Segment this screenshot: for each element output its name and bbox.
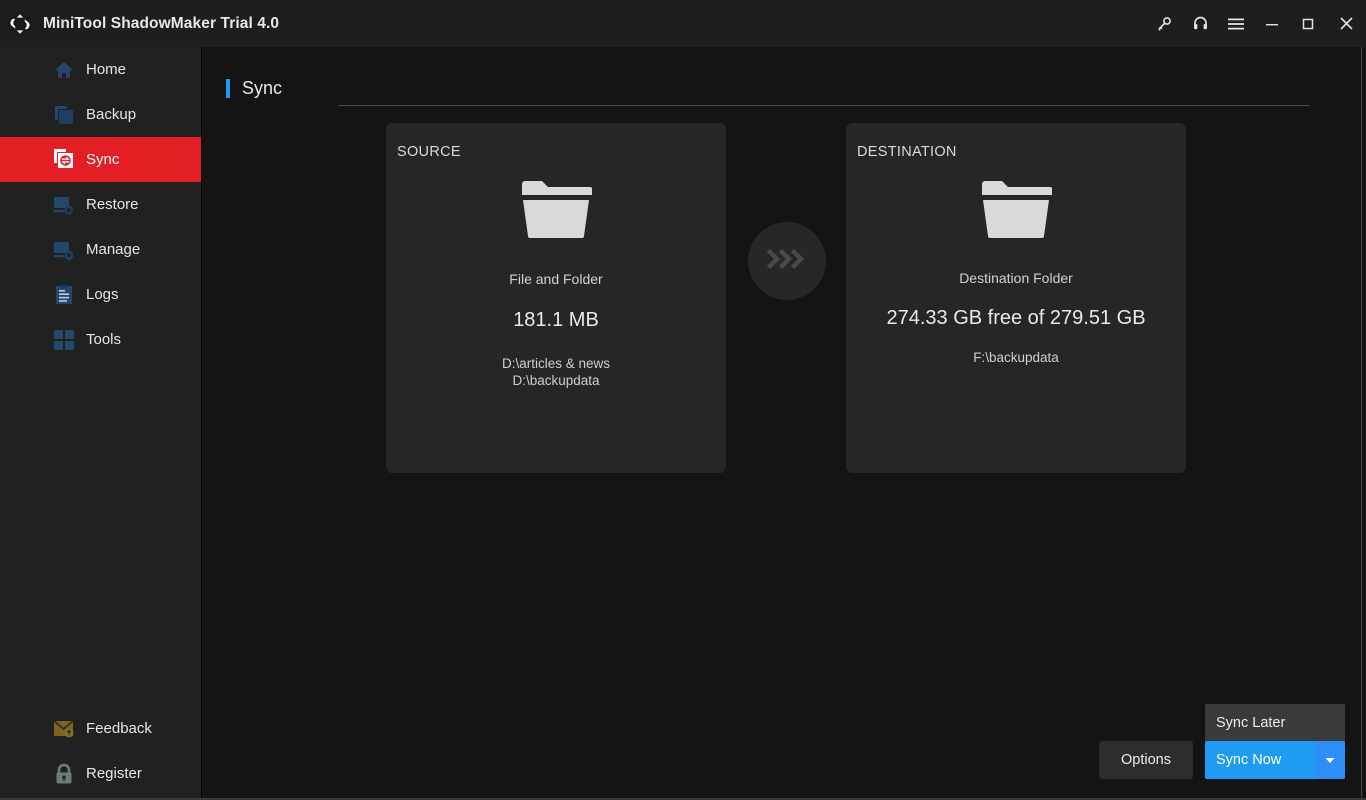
options-button-label: Options [1121,752,1171,768]
sync-later-label: Sync Later [1216,715,1286,731]
tools-icon [52,328,76,352]
sidebar-item-label: Manage [86,241,141,258]
chevron-down-icon [1325,751,1335,769]
logs-icon [52,283,76,307]
sidebar: Home Backup Sync Restore Manage Logs Too… [0,47,202,798]
minimize-icon[interactable] [1254,0,1290,47]
sidebar-item-restore[interactable]: Restore [0,182,201,227]
lock-icon [52,762,76,786]
sync-direction-indicator [748,222,826,300]
sidebar-item-label: Restore [86,196,139,213]
sync-now-split-button: Sync Now [1205,741,1345,779]
sidebar-item-label: Logs [86,286,119,303]
right-edge-divider [1361,47,1362,798]
sidebar-item-tools[interactable]: Tools [0,317,201,362]
triple-chevron-right-icon [766,248,808,275]
sync-later-menu-item[interactable]: Sync Later [1205,704,1345,742]
options-button[interactable]: Options [1099,741,1193,779]
source-type-label: File and Folder [509,271,603,287]
menu-icon[interactable] [1218,0,1254,47]
source-panel-title: SOURCE [397,144,461,160]
app-window: MiniTool ShadowMaker Trial 4.0 Home Back… [0,0,1366,800]
sync-now-dropdown-toggle[interactable] [1315,741,1345,779]
sync-panels: SOURCE File and Folder 181.1 MB D:\artic… [386,123,1186,473]
sidebar-item-logs[interactable]: Logs [0,272,201,317]
sidebar-item-manage[interactable]: Manage [0,227,201,272]
sidebar-item-sync[interactable]: Sync [0,137,201,182]
home-icon [52,58,76,82]
source-paths: D:\articles & news D:\backupdata [386,355,726,389]
key-icon[interactable] [1146,0,1182,47]
backup-icon [52,103,76,127]
title-accent-bar [226,79,230,98]
title-bar: MiniTool ShadowMaker Trial 4.0 [0,0,1366,47]
sidebar-bottom-nav: Feedback Register [0,706,201,798]
sidebar-item-home[interactable]: Home [0,47,201,92]
sidebar-item-feedback[interactable]: Feedback [0,706,201,751]
headset-icon[interactable] [1182,0,1218,47]
sidebar-item-label: Home [86,61,127,78]
destination-type-label: Destination Folder [959,270,1073,286]
source-size: 181.1 MB [513,309,599,331]
destination-panel[interactable]: DESTINATION Destination Folder 274.33 GB… [846,123,1186,473]
manage-icon [52,238,76,262]
sidebar-item-label: Backup [86,106,137,123]
source-path-2: D:\backupdata [512,373,600,388]
page-header: Sync [226,78,282,99]
sync-now-label: Sync Now [1216,752,1282,768]
sidebar-item-backup[interactable]: Backup [0,92,201,137]
restore-icon [52,193,76,217]
feedback-envelope-icon [52,717,76,741]
sidebar-item-register[interactable]: Register [0,751,201,796]
app-logo [5,9,35,39]
title-bar-controls [1146,0,1366,47]
maximize-icon[interactable] [1290,0,1326,47]
sidebar-item-label: Tools [86,331,122,348]
source-panel[interactable]: SOURCE File and Folder 181.1 MB D:\artic… [386,123,726,473]
sidebar-item-label: Register [86,765,142,782]
sidebar-item-label: Sync [86,151,120,168]
close-icon[interactable] [1326,0,1366,47]
page-title: Sync [242,78,283,98]
folder-icon [520,178,593,240]
sidebar-nav: Home Backup Sync Restore Manage Logs Too… [0,47,201,362]
sidebar-item-label: Feedback [86,720,152,737]
folder-icon [980,178,1053,240]
source-path-1: D:\articles & news [501,356,611,371]
main-content: Sync SOURCE File and Folder 181.1 MB D:\… [203,47,1366,798]
destination-capacity: 274.33 GB free of 279.51 GB [886,307,1146,329]
sync-icon [52,148,76,172]
header-divider [338,105,1310,106]
destination-path: F:\backupdata [973,350,1059,365]
sync-now-button[interactable]: Sync Now [1205,741,1315,779]
destination-panel-title: DESTINATION [857,144,957,160]
window-title: MiniTool ShadowMaker Trial 4.0 [43,14,280,32]
